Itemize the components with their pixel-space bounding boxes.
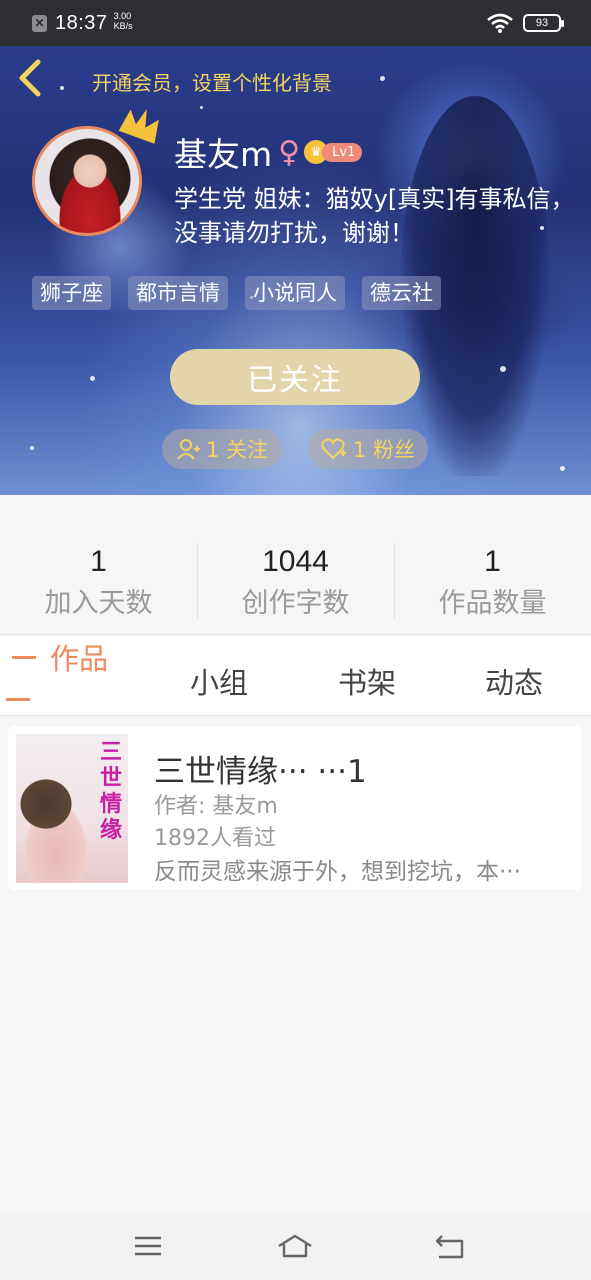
tag[interactable]: 狮子座 [32, 276, 111, 310]
work-title: 三世情缘··· ···1 [154, 754, 367, 790]
stats-bar: 1 加入天数 1044 创作字数 1 作品数量 [0, 495, 591, 635]
sparkle [30, 446, 34, 450]
user-bio: 学生党 姐妹：猫奴y[真实]有事私信，没事请勿打扰，谢谢！ [174, 185, 575, 247]
vip-background-banner[interactable]: 开通会员，设置个性化背景 [92, 67, 332, 96]
work-views: 1892人看过 [154, 826, 276, 851]
tab-groups[interactable]: 小组 [190, 660, 248, 702]
stat-join-days: 1 加入天数 [0, 545, 197, 620]
stat-value: 1 [484, 545, 501, 578]
work-cover: 三世情缘 [16, 734, 128, 883]
back-icon[interactable] [432, 1230, 468, 1262]
home-icon[interactable] [277, 1230, 313, 1262]
stat-word-count: 1044 创作字数 [197, 545, 394, 620]
profile-header-background [0, 46, 591, 495]
menu-icon[interactable] [130, 1230, 166, 1262]
battery-icon: 93 [523, 14, 564, 32]
back-arrow-icon[interactable] [14, 58, 46, 98]
sparkle [200, 106, 203, 109]
tag[interactable]: 德云社 [362, 276, 441, 310]
tag-list: 狮子座 都市言情 小说同人 德云社 [32, 276, 441, 310]
net-speed: 3.00 KB/s [113, 11, 133, 31]
sparkle [380, 76, 385, 81]
system-nav-bar [0, 1212, 591, 1280]
tab-bar: 作品 小组 书架 动态 [0, 636, 591, 716]
stat-value: 1044 [262, 545, 329, 578]
sparkle [90, 376, 95, 381]
user-name: 基友m [174, 135, 273, 174]
tab-bookshelf[interactable]: 书架 [338, 660, 396, 702]
following-button[interactable]: 1 关注 [162, 429, 282, 469]
tag[interactable]: 都市言情 [128, 276, 228, 310]
following-label: 1 关注 [205, 438, 269, 462]
work-description: 反而灵感来源于外，想到挖坑，本··· [154, 859, 521, 885]
wifi-icon [487, 13, 513, 33]
sparkle [60, 86, 64, 90]
tab-activity[interactable]: 动态 [485, 660, 543, 702]
stat-label: 作品数量 [438, 588, 547, 619]
status-bar: ✕ 18:37 3.00 KB/s 93 [0, 0, 591, 46]
tab-indicator [6, 698, 30, 701]
female-icon: ♀ [278, 134, 301, 170]
stat-label: 创作字数 [241, 588, 350, 619]
tag[interactable]: 小说同人 [245, 276, 345, 310]
avatar[interactable] [32, 126, 144, 238]
sparkle [500, 366, 506, 372]
level-badge: ♛ Lv1 [304, 140, 363, 164]
user-name-row: 基友m ♀ ♛ Lv1 [174, 128, 363, 176]
tab-indicator [12, 656, 36, 659]
fans-button[interactable]: 1 粉丝 [308, 429, 428, 469]
level-label: Lv1 [322, 142, 363, 162]
notification-close-icon: ✕ [32, 14, 47, 32]
follow-button[interactable]: 已关注 [170, 349, 420, 405]
avatar-image [32, 126, 142, 236]
clock: 18:37 [55, 11, 108, 34]
stat-value: 1 [90, 545, 107, 578]
work-author: 作者: 基友m [154, 794, 278, 819]
stat-label: 加入天数 [44, 588, 153, 619]
tab-works[interactable]: 作品 [50, 636, 108, 678]
add-user-icon [177, 439, 200, 460]
heart-icon [321, 438, 346, 460]
fans-label: 1 粉丝 [352, 438, 416, 462]
stat-work-count: 1 作品数量 [394, 545, 591, 620]
work-card[interactable]: 三世情缘 三世情缘··· ···1 作者: 基友m 1892人看过 反而灵感来源… [8, 726, 582, 890]
sparkle [560, 466, 565, 471]
cover-title: 三世情缘 [99, 740, 122, 843]
